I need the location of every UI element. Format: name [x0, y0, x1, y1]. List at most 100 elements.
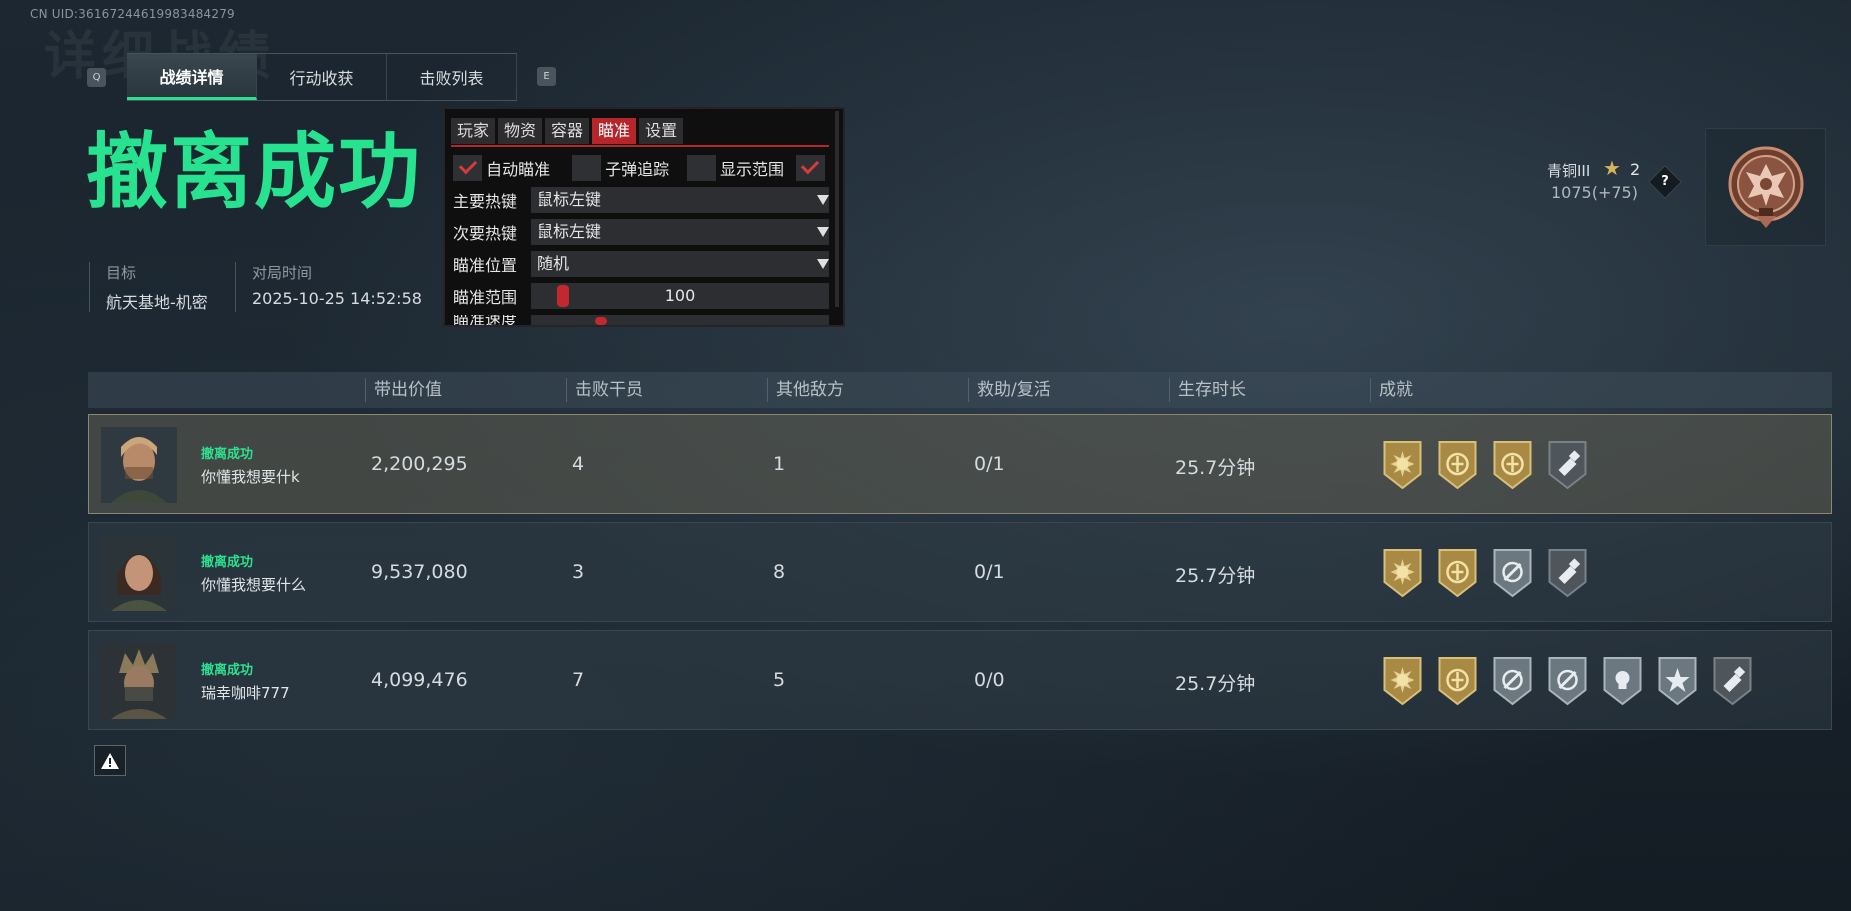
header-other-enemies: 其他敌方: [767, 378, 844, 402]
assist-revive: 0/1: [974, 453, 1005, 475]
primary-hotkey-value: 鼠标左键: [537, 190, 602, 209]
assist-revive: 0/0: [974, 669, 1005, 691]
primary-hotkey-row: 主要热键 鼠标左键: [453, 187, 829, 213]
header-assist-revive: 救助/复活: [968, 378, 1051, 402]
other-enemies: 1: [773, 453, 786, 475]
gray-hammer-medal-icon[interactable]: [1546, 548, 1589, 598]
top-tabs: 战绩详情 行动收获 击败列表: [127, 53, 517, 101]
player-status: 撤离成功: [201, 447, 254, 462]
target-label: 目标: [106, 264, 137, 282]
dropdown-arrow-icon: [817, 227, 829, 237]
secondary-hotkey-dropdown[interactable]: 鼠标左键: [531, 219, 829, 245]
dropdown-arrow-icon: [817, 259, 829, 269]
overlay-tab-player[interactable]: 玩家: [451, 118, 496, 144]
rank-help-button[interactable]: ?: [1648, 165, 1682, 199]
question-icon: ?: [1661, 174, 1669, 189]
overlay-tab-underline: [451, 145, 829, 147]
prev-tab-key-hint[interactable]: Q: [87, 68, 106, 87]
gold-emblem-medal-icon[interactable]: [1436, 440, 1479, 490]
silver-crosshair-medal-icon[interactable]: [1491, 656, 1534, 706]
secondary-hotkey-label: 次要热键: [453, 224, 518, 243]
gray-hammer-medal-icon[interactable]: [1546, 440, 1589, 490]
scoreboard-header: 带出价值 击败干员 其他敌方 救助/复活 生存时长 成就: [88, 372, 1832, 408]
overlay-tab-aim[interactable]: 瞄准: [592, 118, 637, 144]
aim-range-label: 瞄准范围: [453, 288, 518, 307]
tab-battle-details[interactable]: 战绩详情: [127, 54, 257, 100]
survival-time: 25.7分钟: [1175, 565, 1256, 587]
operators-defeated: 4: [572, 453, 585, 475]
achievement-medals: [1381, 548, 1589, 598]
gold-sun-medal-icon[interactable]: [1381, 440, 1424, 490]
show-range-checkbox[interactable]: [686, 155, 717, 181]
silver-skull-medal-icon[interactable]: [1601, 656, 1644, 706]
operator-portrait-icon: [101, 535, 177, 611]
auto-aim-label: 自动瞄准: [486, 160, 551, 179]
overlay-tab-container[interactable]: 容器: [545, 118, 590, 144]
tab-kill-list[interactable]: 击败列表: [387, 54, 517, 100]
match-time-label: 对局时间: [252, 264, 313, 282]
secondary-hotkey-value: 鼠标左键: [537, 222, 602, 241]
silver-crosshair-medal-icon[interactable]: [1491, 548, 1534, 598]
gold-crest-medal-icon[interactable]: [1491, 440, 1534, 490]
warning-icon: [101, 752, 119, 769]
bullet-tracking-label: 子弹追踪: [605, 160, 670, 179]
header-survival-time: 生存时长: [1169, 378, 1246, 402]
aim-position-dropdown[interactable]: 随机: [531, 251, 829, 277]
table-row[interactable]: 撤离成功 你懂我想要什么 9,537,080 3 8 0/1 25.7分钟: [88, 522, 1832, 622]
target-info: 目标 航天基地-机密: [89, 262, 208, 312]
table-row[interactable]: 撤离成功 瑞幸咖啡777 4,099,476 7 5 0/0 25.7分钟: [88, 630, 1832, 730]
extracted-value: 9,537,080: [371, 561, 468, 583]
target-value: 航天基地-机密: [106, 293, 208, 312]
primary-hotkey-dropdown[interactable]: 鼠标左键: [531, 187, 829, 213]
gray-hammer-medal-icon[interactable]: [1711, 656, 1754, 706]
secondary-hotkey-row: 次要热键 鼠标左键: [453, 219, 829, 245]
aim-position-value: 随机: [537, 254, 570, 273]
show-range-label: 显示范围: [720, 160, 785, 179]
aim-range-slider-knob[interactable]: [557, 285, 569, 307]
overlay-tab-settings[interactable]: 设置: [639, 118, 684, 144]
overlay-checkbox-row: 自动瞄准 子弹追踪 显示范围: [453, 155, 829, 181]
extracted-value: 4,099,476: [371, 669, 468, 691]
aim-range-slider[interactable]: 100: [531, 283, 829, 309]
player-name: 你懂我想要什么: [201, 576, 307, 594]
report-button[interactable]: [94, 745, 126, 776]
extra-checkbox[interactable]: [795, 155, 826, 181]
gold-sun-medal-icon[interactable]: [1381, 656, 1424, 706]
operator-portrait-icon: [101, 427, 177, 503]
player-name: 你懂我想要什k: [201, 468, 300, 486]
checkmark-icon: [458, 155, 477, 175]
gold-crest-medal-icon[interactable]: [1436, 656, 1479, 706]
gold-sun-medal-icon[interactable]: [1381, 548, 1424, 598]
tab-action-loot[interactable]: 行动收获: [257, 54, 387, 100]
bronze-eagle-rank-icon: [1728, 146, 1803, 228]
player-name: 瑞幸咖啡777: [201, 684, 290, 702]
overlay-scrollbar[interactable]: [835, 111, 839, 307]
auto-aim-checkbox[interactable]: [453, 155, 483, 181]
silver-crosshair-medal-icon[interactable]: [1546, 656, 1589, 706]
header-achievements: 成就: [1370, 378, 1413, 402]
aim-speed-row: 瞄准速度: [453, 315, 829, 325]
other-enemies: 5: [773, 669, 786, 691]
extraction-success-title: 撤离成功: [86, 125, 423, 220]
achievement-medals: [1381, 440, 1589, 490]
bullet-tracking-checkbox[interactable]: [571, 155, 602, 181]
avatar: [101, 643, 177, 719]
silver-star-medal-icon[interactable]: [1656, 656, 1699, 706]
other-enemies: 8: [773, 561, 786, 583]
aim-speed-slider[interactable]: [531, 315, 829, 325]
aim-range-value: 100: [664, 286, 696, 305]
overlay-tab-items[interactable]: 物资: [498, 118, 543, 144]
aim-range-row: 瞄准范围 100: [453, 283, 829, 309]
player-status: 撤离成功: [201, 663, 254, 678]
table-row[interactable]: 撤离成功 你懂我想要什k 2,200,295 4 1 0/1 25.7分钟: [88, 414, 1832, 514]
survival-time: 25.7分钟: [1175, 457, 1256, 479]
rank-name: 青铜III: [1547, 162, 1591, 180]
survival-time: 25.7分钟: [1175, 673, 1256, 695]
rank-score: 1075(+75): [1551, 183, 1638, 202]
gold-crest-medal-icon[interactable]: [1436, 548, 1479, 598]
rank-star-count: 2: [1630, 160, 1641, 179]
match-time-value: 2025-10-25 14:52:58: [252, 289, 422, 308]
avatar: [101, 427, 177, 503]
next-tab-key-hint[interactable]: E: [537, 67, 556, 86]
aim-speed-slider-knob[interactable]: [595, 317, 607, 325]
